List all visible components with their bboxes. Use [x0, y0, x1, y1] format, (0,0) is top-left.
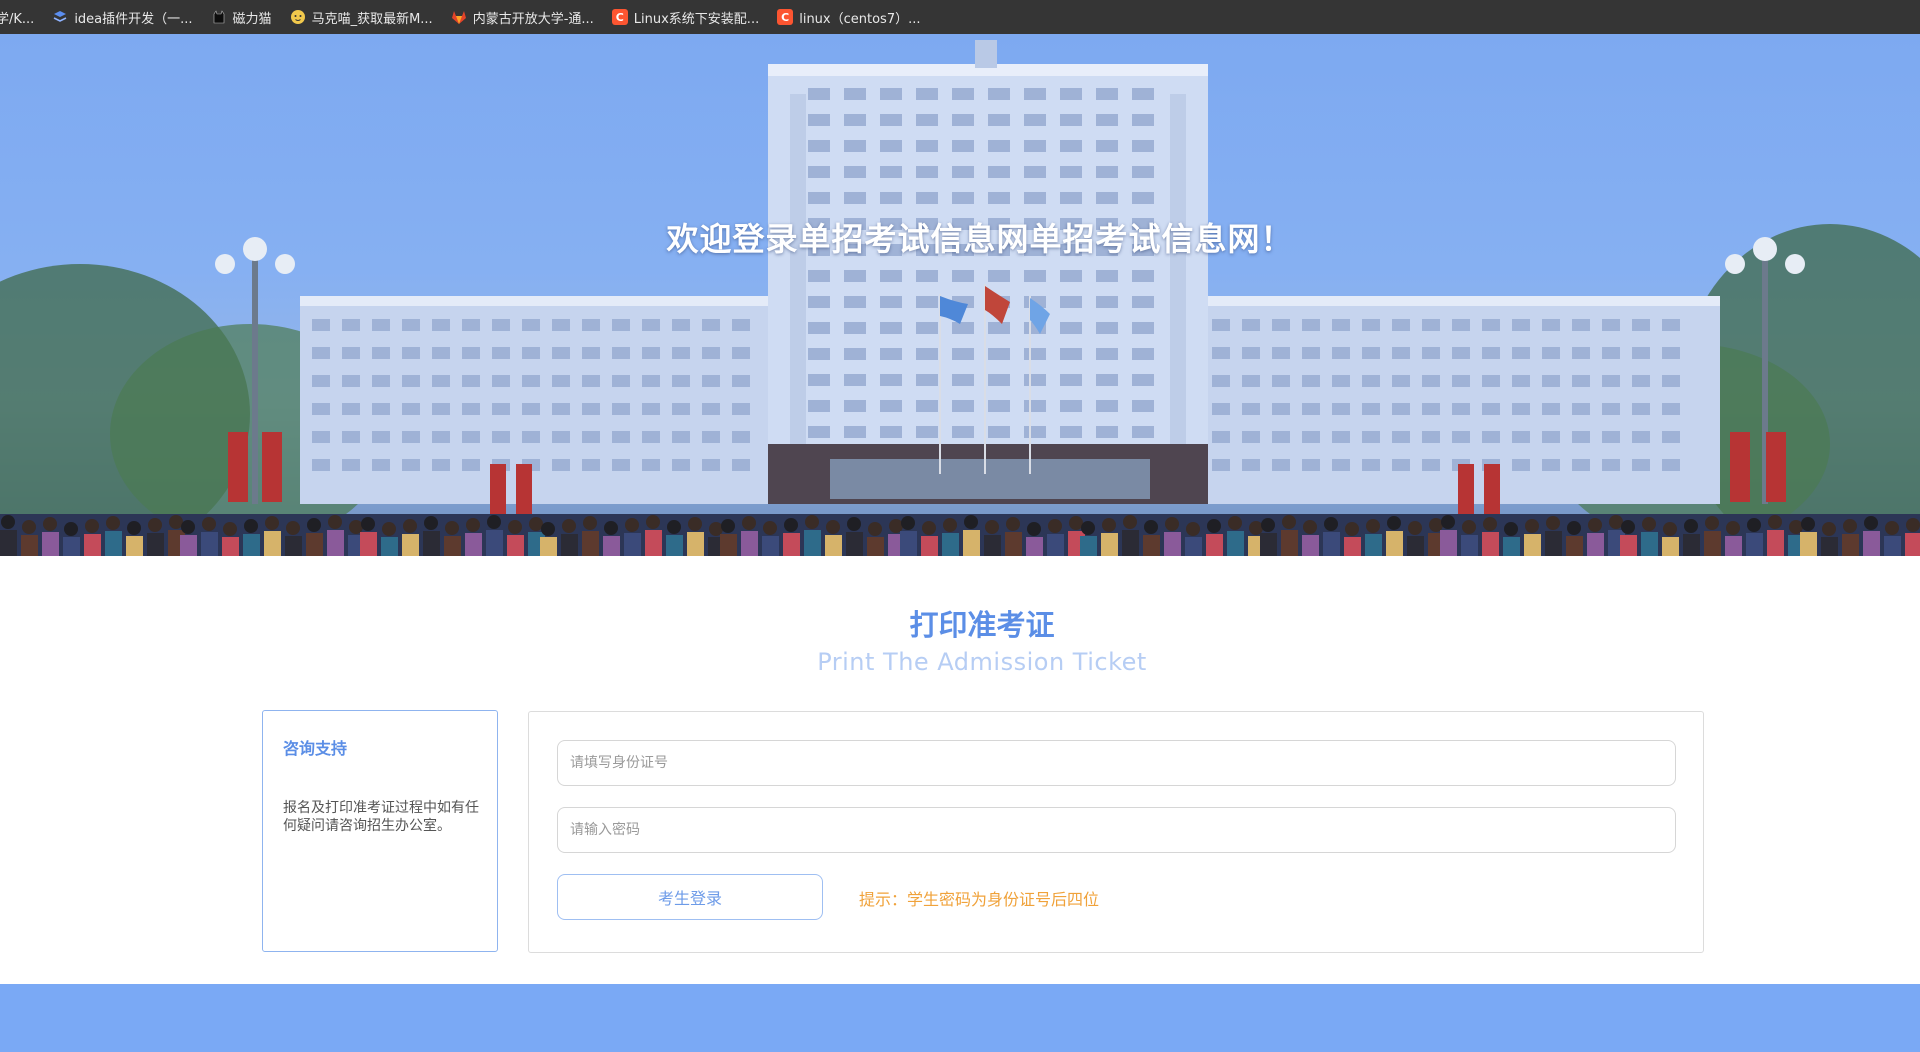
- layers-icon: [52, 9, 68, 25]
- support-text: 报名及打印准考证过程中如有任何疑问请咨询招生办公室。: [283, 800, 479, 834]
- login-form: 考生登录 提示：学生密码为身份证号后四位: [528, 711, 1704, 953]
- bookmark-label: 学/K...: [0, 11, 35, 27]
- password-input[interactable]: [557, 807, 1676, 853]
- cat-face-icon: [290, 9, 306, 25]
- footer: [0, 984, 1920, 1052]
- support-title: 咨询支持: [283, 739, 348, 758]
- password-hint: 提示：学生密码为身份证号后四位: [859, 890, 1100, 909]
- gitlab-icon: [451, 9, 467, 25]
- bookmark-item-2[interactable]: 磁力猫: [203, 4, 280, 30]
- bookmark-label: 磁力猫: [232, 11, 272, 27]
- bookmark-item-6[interactable]: C linux（centos7）...: [769, 4, 928, 30]
- bookmark-label: 马克喵_获取最新M...: [311, 11, 433, 27]
- banner-title: 欢迎登录单招考试信息网单招考试信息网！: [666, 220, 1294, 258]
- page-subtitle: Print The Admission Ticket: [817, 648, 1147, 676]
- student-login-button[interactable]: 考生登录: [557, 874, 823, 920]
- bookmark-item-4[interactable]: 内蒙古开放大学-通...: [443, 4, 602, 30]
- bookmark-label: 内蒙古开放大学-通...: [472, 11, 594, 27]
- id-number-input[interactable]: [557, 740, 1676, 786]
- bookmark-item-5[interactable]: C Linux系统下安装配...: [604, 4, 767, 30]
- bookmark-item-0[interactable]: 学/K...: [0, 4, 42, 30]
- csdn-icon: C: [611, 9, 628, 25]
- support-card: 咨询支持 报名及打印准考证过程中如有任何疑问请咨询招生办公室。: [262, 710, 498, 952]
- bookmark-item-3[interactable]: 马克喵_获取最新M...: [282, 4, 441, 30]
- main-content: 打印准考证 Print The Admission Ticket 咨询支持 报名…: [0, 556, 1920, 984]
- bookmark-label: idea插件开发（一...: [74, 11, 193, 27]
- bookmark-label: linux（centos7）...: [799, 11, 921, 27]
- page-title: 打印准考证: [909, 608, 1055, 642]
- bookmarks-bar: 学/K... idea插件开发（一... 磁力猫 马克喵_获取最新M... 内蒙…: [0, 0, 1920, 34]
- csdn-icon: C: [777, 9, 794, 25]
- bookmark-item-1[interactable]: idea插件开发（一...: [44, 4, 200, 30]
- campus-building-illustration: [0, 40, 1920, 556]
- banner: 欢迎登录单招考试信息网单招考试信息网！: [0, 34, 1920, 556]
- bookmark-label: Linux系统下安装配...: [633, 11, 760, 27]
- cat-icon: [211, 9, 227, 25]
